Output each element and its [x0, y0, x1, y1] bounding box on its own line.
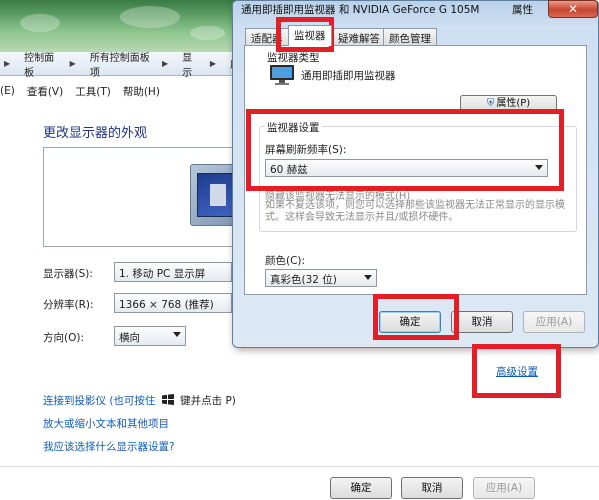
- breadcrumb-item[interactable]: 显示: [182, 49, 200, 79]
- shield-icon: ⛨: [486, 98, 495, 109]
- breadcrumb-arrow-icon: ▶: [209, 59, 216, 68]
- resolution-select-value: 1366 × 768 (推荐): [119, 299, 214, 311]
- dialog-title-suffix: 属性: [512, 4, 533, 16]
- monitor-preview[interactable]: [43, 147, 242, 247]
- menu-edit[interactable]: (E): [0, 85, 15, 97]
- monitor-name: 通用即插即用监视器: [301, 70, 396, 82]
- resolution-select[interactable]: 1366 × 768 (推荐): [114, 293, 232, 313]
- connect-projector-link[interactable]: 连接到投影仪 (也可按住 键并点击 P): [43, 393, 236, 408]
- monitor-icon: [270, 65, 294, 85]
- hint-text: 如果不复选该项，则您可以选择那些该监视器无法正常显示的显示模式。这样会导致无法显…: [265, 200, 565, 223]
- address-bar[interactable]: ▶ 控制面板 ▶ 所有控制面板项 ▶ 显示 ▶ 屏: [0, 49, 240, 79]
- color-value: 真彩色(32 位): [270, 274, 337, 286]
- footer-divider: [0, 466, 599, 467]
- tab-monitor[interactable]: 监视器: [288, 25, 332, 46]
- tab-color-management[interactable]: 颜色管理: [383, 28, 437, 46]
- breadcrumb-arrow-icon: ▶: [69, 59, 76, 68]
- menu-bar: (E) 查看(V) 工具(T) 帮助(H): [0, 80, 240, 102]
- breadcrumb-item[interactable]: 所有控制面板项: [90, 49, 152, 79]
- page-title: 更改显示器的外观: [43, 126, 148, 141]
- connect-projector-link-text: 连接到投影仪 (也可按住: [43, 395, 156, 407]
- window-title-bar-background: [0, 0, 240, 52]
- dialog-title: 通用即插即用监视器 和 NVIDIA GeForce G 105M: [241, 4, 480, 16]
- close-button[interactable]: ✕: [548, 0, 598, 18]
- breadcrumb-arrow-icon: ▶: [161, 59, 169, 68]
- dialog-cancel-button[interactable]: 取消: [451, 311, 513, 333]
- apply-button[interactable]: 应用(A): [473, 477, 535, 499]
- windows-logo-icon: [161, 394, 174, 405]
- menu-tools[interactable]: 工具(T): [75, 84, 111, 99]
- breadcrumb-arrow-icon: ▶: [4, 59, 11, 68]
- monitor-type-group-title: 监视器类型: [265, 50, 322, 65]
- tab-troubleshoot[interactable]: 疑难解答: [332, 28, 386, 46]
- orientation-label: 方向(O):: [43, 332, 84, 344]
- menu-view[interactable]: 查看(V): [27, 84, 63, 99]
- color-label: 颜色(C):: [265, 255, 306, 267]
- display-select[interactable]: 1. 移动 PC 显示屏: [114, 262, 232, 282]
- orientation-select-value: 横向: [119, 332, 140, 344]
- resolution-label: 分辨率(R):: [43, 299, 94, 311]
- properties-button-label: 属性(P): [496, 98, 531, 109]
- chevron-down-icon: [173, 332, 181, 337]
- chevron-down-icon: [364, 275, 372, 280]
- ok-button[interactable]: 确定: [330, 477, 392, 499]
- annotation-highlight-advanced-link: [472, 344, 561, 398]
- close-icon: ✕: [567, 2, 579, 16]
- annotation-highlight-ok-button: [373, 294, 459, 340]
- color-select[interactable]: 真彩色(32 位): [265, 269, 377, 287]
- cancel-button[interactable]: 取消: [401, 477, 463, 499]
- menu-help[interactable]: 帮助(H): [123, 84, 160, 99]
- display-label: 显示器(S):: [43, 268, 93, 280]
- orientation-select[interactable]: 横向: [114, 326, 186, 346]
- breadcrumb-item[interactable]: 控制面板: [24, 49, 60, 79]
- text-size-link[interactable]: 放大或缩小文本和其他项目: [43, 416, 169, 431]
- annotation-highlight-monitor-settings: [246, 109, 564, 191]
- dialog-apply-button[interactable]: 应用(A): [523, 311, 585, 333]
- connect-projector-link-suffix: 键并点击 P): [180, 395, 236, 407]
- which-settings-link[interactable]: 我应该选择什么显示器设置?: [43, 439, 175, 454]
- display-select-value: 1. 移动 PC 显示屏: [119, 268, 206, 280]
